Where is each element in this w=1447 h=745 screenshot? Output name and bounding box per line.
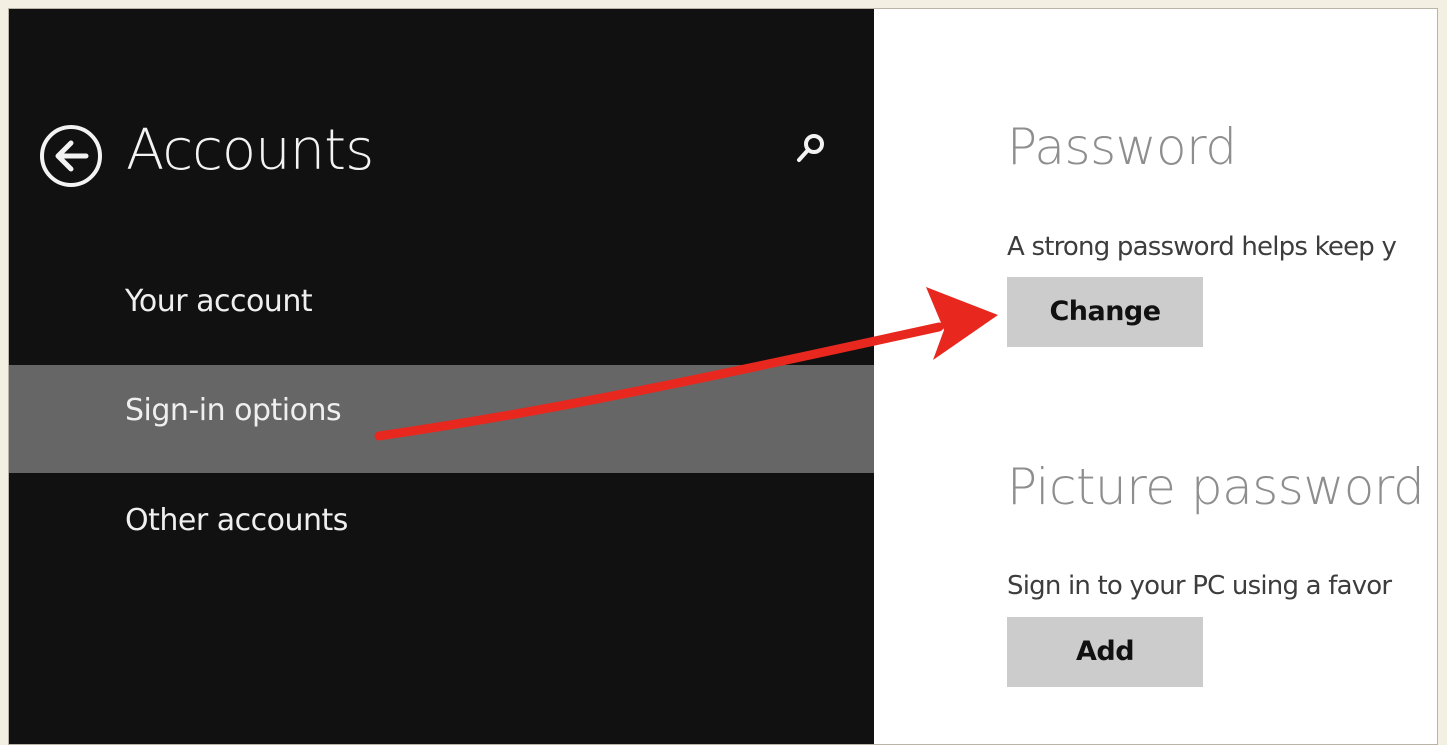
sidebar-item-label: Sign-in options — [125, 393, 342, 428]
password-description: A strong password helps keep y — [1007, 232, 1397, 262]
sidebar-item-other-accounts[interactable]: Other accounts — [9, 475, 874, 583]
search-icon — [797, 134, 824, 162]
sidebar-item-your-account[interactable]: Your account — [9, 256, 874, 364]
sidebar-item-label: Your account — [125, 284, 313, 319]
sidebar-item-label: Other accounts — [125, 503, 348, 538]
sidebar-item-sign-in-options[interactable]: Sign-in options — [9, 365, 874, 473]
password-section-title: Password — [1007, 118, 1237, 176]
back-button[interactable] — [39, 124, 103, 188]
picture-password-description: Sign in to your PC using a favor — [1007, 571, 1392, 601]
back-arrow-circle-icon — [40, 125, 102, 187]
add-picture-password-button[interactable]: Add — [1007, 617, 1203, 687]
sign-in-options-content: Password A strong password helps keep y … — [874, 9, 1437, 744]
picture-password-section-title: Picture password — [1007, 458, 1425, 516]
change-password-button[interactable]: Change — [1007, 277, 1203, 347]
search-button[interactable] — [789, 129, 831, 171]
settings-sidebar: Accounts Your account Sign-in options Ot… — [9, 9, 874, 744]
sidebar-title: Accounts — [126, 118, 374, 183]
settings-window: Accounts Your account Sign-in options Ot… — [8, 8, 1438, 745]
